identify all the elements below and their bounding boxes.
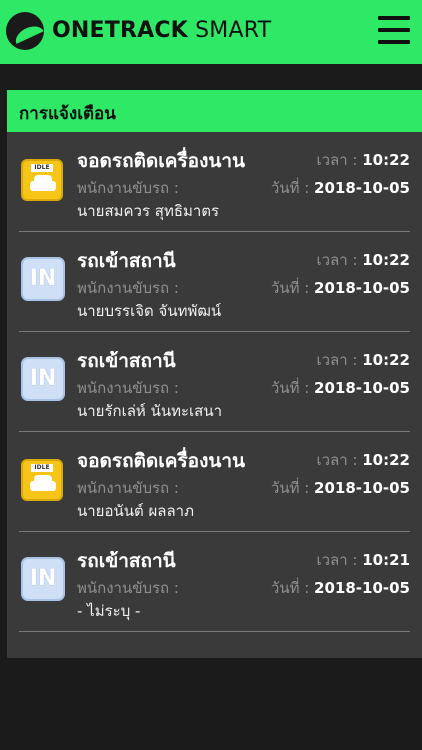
in-icon: IN: [21, 257, 65, 301]
date-value: 2018-10-05: [314, 179, 410, 197]
driver-name: นายอนันต์ ผลลาภ: [77, 502, 194, 520]
time-value: 10:22: [362, 251, 410, 269]
driver-label: พนักงานขับรถ :: [77, 479, 179, 497]
date-value: 2018-10-05: [314, 379, 410, 397]
time-value: 10:22: [362, 151, 410, 169]
date-row: วันที่ : 2018-10-05: [271, 576, 410, 600]
idle-car-icon: IDLE: [21, 459, 63, 501]
time-value: 10:22: [362, 451, 410, 469]
date-label: วันที่ :: [270, 379, 315, 397]
notification-title: จอดรถติดเครื่องนาน: [77, 150, 246, 172]
driver-label: พนักงานขับรถ :: [77, 379, 179, 397]
driver-label: พนักงานขับรถ :: [77, 179, 179, 197]
date-value: 2018-10-05: [314, 279, 410, 297]
in-icon: IN: [21, 357, 65, 401]
date-row: วันที่ : 2018-10-05: [271, 376, 410, 400]
notification-title: รถเข้าสถานี: [77, 250, 176, 272]
time-row: เวลา : 10:22: [316, 248, 410, 272]
date-label: วันที่ :: [270, 179, 315, 197]
time-row: เวลา : 10:21: [316, 548, 410, 572]
date-value: 2018-10-05: [314, 579, 410, 597]
brand-light: SMART: [187, 18, 272, 43]
notification-panel: การแจ้งเตือน IDLE จอดรถติดเครื่องนาน พนั…: [7, 90, 422, 658]
time-label: เวลา :: [316, 251, 363, 269]
date-label: วันที่ :: [270, 279, 315, 297]
driver-name: นายรักเล่ห์ นันทะเสนา: [77, 402, 222, 420]
idle-car-icon: IDLE: [21, 159, 63, 201]
time-value: 10:21: [362, 551, 410, 569]
time-row: เวลา : 10:22: [316, 448, 410, 472]
time-row: เวลา : 10:22: [316, 148, 410, 172]
time-value: 10:22: [362, 351, 410, 369]
app-header: ONETRACK SMART: [0, 0, 422, 64]
notification-item[interactable]: IN รถเข้าสถานี พนักงานขับรถ : - ไม่ระบุ …: [19, 532, 410, 632]
date-row: วันที่ : 2018-10-05: [271, 176, 410, 200]
date-row: วันที่ : 2018-10-05: [271, 476, 410, 500]
notification-item[interactable]: IDLE จอดรถติดเครื่องนาน พนักงานขับรถ : น…: [19, 132, 410, 232]
in-icon: IN: [21, 557, 65, 601]
driver-name: นายสมควร สุทธิมาตร: [77, 202, 220, 220]
time-row: เวลา : 10:22: [316, 348, 410, 372]
date-label: วันที่ :: [270, 479, 315, 497]
brand-bold: ONETRACK: [52, 18, 188, 43]
notification-item[interactable]: IN รถเข้าสถานี พนักงานขับรถ : นายรักเล่ห…: [19, 332, 410, 432]
notification-list: IDLE จอดรถติดเครื่องนาน พนักงานขับรถ : น…: [7, 132, 422, 632]
driver-label: พนักงานขับรถ :: [77, 279, 179, 297]
hamburger-menu-icon[interactable]: [378, 16, 410, 44]
idle-tag: IDLE: [31, 164, 53, 172]
notification-title: รถเข้าสถานี: [77, 350, 176, 372]
driver-label: พนักงานขับรถ :: [77, 579, 179, 597]
notification-item[interactable]: IN รถเข้าสถานี พนักงานขับรถ : นายบรรเจิด…: [19, 232, 410, 332]
time-label: เวลา :: [316, 351, 363, 369]
date-value: 2018-10-05: [314, 479, 410, 497]
time-label: เวลา :: [316, 551, 363, 569]
idle-tag: IDLE: [31, 464, 53, 472]
panel-title: การแจ้งเตือน: [7, 90, 422, 132]
brand-name: ONETRACK SMART: [52, 18, 271, 43]
logo-icon: [6, 12, 44, 50]
date-row: วันที่ : 2018-10-05: [271, 276, 410, 300]
notification-title: รถเข้าสถานี: [77, 550, 176, 572]
time-label: เวลา :: [316, 151, 363, 169]
driver-name: - ไม่ระบุ -: [77, 602, 141, 620]
notification-title: จอดรถติดเครื่องนาน: [77, 450, 246, 472]
notification-item[interactable]: IDLE จอดรถติดเครื่องนาน พนักงานขับรถ : น…: [19, 432, 410, 532]
driver-name: นายบรรเจิด จันทพัฒน์: [77, 302, 222, 320]
date-label: วันที่ :: [270, 579, 315, 597]
time-label: เวลา :: [316, 451, 363, 469]
